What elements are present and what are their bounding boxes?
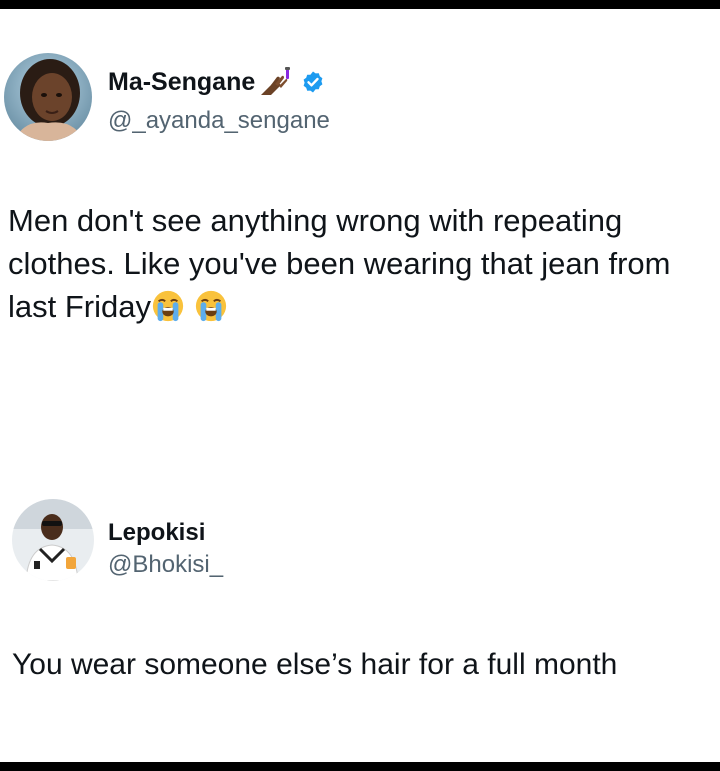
- post-text-line: You wear someone else’s hair for a full …: [12, 648, 618, 681]
- avatar[interactable]: [12, 499, 94, 581]
- author-handle[interactable]: @_ayanda_sengane: [108, 107, 330, 135]
- author-display-name[interactable]: Ma-Sengane: [108, 68, 255, 97]
- avatar-image: [4, 53, 92, 141]
- avatar-image: [12, 499, 94, 581]
- verified-badge-icon: [301, 70, 325, 94]
- author-name-row[interactable]: Lepokisi: [108, 519, 205, 547]
- post-text-line: last Friday: [8, 285, 708, 328]
- screenshot-canvas: Ma-Sengane @_ayanda_sengane Men don't se…: [0, 9, 720, 762]
- author-display-name[interactable]: Lepokisi: [108, 519, 205, 547]
- post-text-line: clothes. Like you've been wearing that j…: [8, 246, 671, 281]
- author-handle[interactable]: @Bhokisi_: [108, 551, 223, 579]
- post-text: Men don't see anything wrong with repeat…: [8, 199, 708, 328]
- post-text-line: Men don't see anything wrong with repeat…: [8, 203, 623, 238]
- nail-polish-emoji-icon: [259, 67, 293, 97]
- author-name-row[interactable]: Ma-Sengane: [108, 67, 325, 97]
- post-text: You wear someone else’s hair for a full …: [12, 643, 712, 686]
- avatar[interactable]: [4, 53, 92, 141]
- loudly-crying-face-icon: [151, 289, 185, 323]
- loudly-crying-face-icon: [194, 289, 228, 323]
- post-text-line-content: last Friday: [8, 289, 151, 324]
